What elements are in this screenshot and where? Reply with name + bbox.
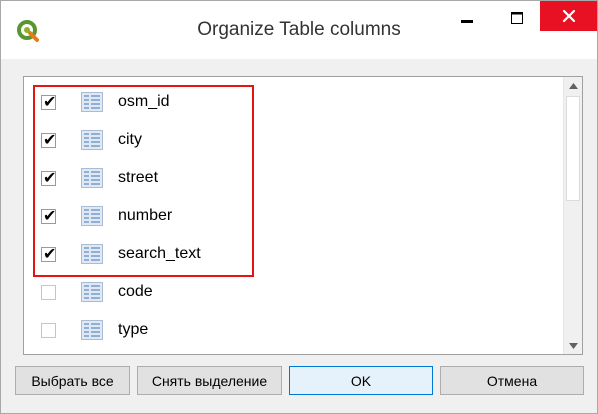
table-field-icon xyxy=(81,130,103,150)
title-bar[interactable]: Organize Table columns xyxy=(1,1,597,59)
scroll-up-button[interactable] xyxy=(564,77,582,94)
column-label: street xyxy=(118,169,159,186)
column-checkbox[interactable] xyxy=(41,285,56,300)
column-row[interactable]: code xyxy=(24,275,564,313)
column-checkbox[interactable]: ✔ xyxy=(41,92,57,111)
arrow-down-icon xyxy=(568,342,578,349)
column-row[interactable]: ✔ street xyxy=(24,161,564,199)
column-label: code xyxy=(118,283,153,300)
minimize-icon xyxy=(461,20,473,23)
column-label: osm_id xyxy=(118,93,170,110)
arrow-up-icon xyxy=(568,82,578,89)
select-all-button[interactable]: Выбрать все xyxy=(15,366,130,395)
column-label: city xyxy=(118,131,142,148)
column-checkbox[interactable]: ✔ xyxy=(41,130,57,149)
maximize-button[interactable] xyxy=(495,1,539,35)
column-checkbox[interactable]: ✔ xyxy=(41,168,57,187)
checkmark-icon: ✔ xyxy=(43,206,57,225)
column-row[interactable]: ✔ osm_id xyxy=(24,85,564,123)
scrollbar-thumb[interactable] xyxy=(566,96,580,201)
close-icon xyxy=(562,9,575,23)
table-field-icon xyxy=(81,168,103,188)
checkmark-icon: ✔ xyxy=(43,168,57,187)
column-checkbox[interactable]: ✔ xyxy=(41,206,57,225)
checkmark-icon: ✔ xyxy=(43,92,57,111)
column-label: search_text xyxy=(118,245,201,262)
column-label: number xyxy=(118,207,173,224)
column-checkbox[interactable] xyxy=(41,323,56,338)
checkmark-icon: ✔ xyxy=(43,244,57,263)
table-field-icon xyxy=(81,244,103,264)
scroll-down-button[interactable] xyxy=(564,337,582,354)
maximize-icon xyxy=(511,12,523,24)
close-button[interactable] xyxy=(540,1,597,31)
cancel-button[interactable]: Отмена xyxy=(440,366,584,395)
checkmark-icon: ✔ xyxy=(43,130,57,149)
organize-columns-dialog: Organize Table columns ✔ osm_id ✔ city ✔ stre… xyxy=(0,0,598,414)
column-checkbox[interactable]: ✔ xyxy=(41,244,57,263)
minimize-button[interactable] xyxy=(445,1,489,35)
column-row[interactable]: type xyxy=(24,313,564,351)
column-row[interactable]: ✔ search_text xyxy=(24,237,564,275)
column-list: ✔ osm_id ✔ city ✔ street ✔ number ✔ search_textco… xyxy=(24,77,564,354)
table-field-icon xyxy=(81,206,103,226)
column-list-panel: ✔ osm_id ✔ city ✔ street ✔ number ✔ search_textco… xyxy=(23,76,583,355)
table-field-icon xyxy=(81,320,103,340)
vertical-scrollbar[interactable] xyxy=(563,77,582,354)
column-label: type xyxy=(118,321,149,338)
table-field-icon xyxy=(81,92,103,112)
column-row[interactable]: ✔ city xyxy=(24,123,564,161)
ok-button[interactable]: OK xyxy=(289,366,433,395)
column-row[interactable]: ✔ number xyxy=(24,199,564,237)
deselect-button[interactable]: Снять выделение xyxy=(137,366,282,395)
table-field-icon xyxy=(81,282,103,302)
